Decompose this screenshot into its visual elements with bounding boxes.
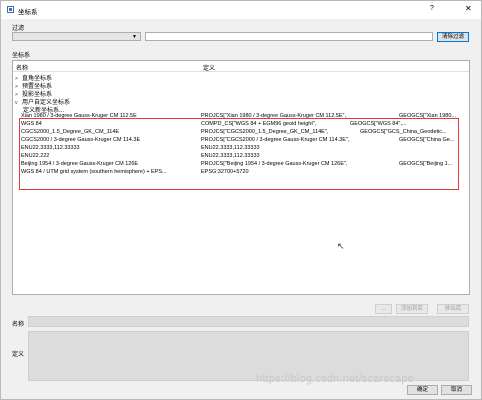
- tree-row[interactable]: WGS 84 / UTM grid system (southern hemis…: [13, 169, 469, 176]
- define-new-coordinate-system[interactable]: 定义新坐标系...: [23, 105, 64, 114]
- tree-folder-rectangular[interactable]: > 直角坐标系: [15, 73, 52, 82]
- row-definition: PROJCS["CGCS2000_1.5_Degree_GK_CM_114E",: [201, 129, 329, 135]
- row-definition-extra: GEOGCS["GCS_China_Geodetic...: [360, 129, 447, 135]
- tree-row[interactable]: CGCS2000_1.5_Degree_GK_CM_114E PROJCS["C…: [13, 129, 469, 136]
- column-header-name[interactable]: 名称: [16, 63, 28, 72]
- more-button[interactable]: ...: [375, 304, 392, 314]
- column-header-definition[interactable]: 定义: [203, 63, 215, 72]
- tree-row[interactable]: WGS 84 COMPD_CS["WGS 84 + EGM96 geoid he…: [13, 121, 469, 128]
- coordinate-systems-label: 坐标系: [12, 53, 31, 59]
- row-name: Beijing 1954 / 3-degree Gauss-Kruger CM …: [21, 161, 139, 167]
- row-definition: ENU22.3333,112.33333: [201, 145, 260, 151]
- row-name: WGS 84: [21, 121, 42, 127]
- tree-row[interactable]: ENU22.3333,112.33333 ENU22.3333,112.3333…: [13, 145, 469, 152]
- tree-folder-preset[interactable]: > 预置坐标系: [15, 81, 52, 90]
- filter-input[interactable]: [145, 32, 433, 41]
- row-name: ENU22.222: [21, 153, 50, 159]
- title-bar: 坐标系 ? ✕: [1, 1, 481, 19]
- name-field[interactable]: [28, 316, 469, 327]
- ok-button[interactable]: 确定: [407, 385, 438, 395]
- tree-row[interactable]: Beijing 1954 / 3-degree Gauss-Kruger CM …: [13, 161, 469, 168]
- tree-header: 名称 定义: [13, 61, 469, 72]
- window-title: 坐标系: [18, 9, 38, 16]
- row-name: CGCS2000 / 3-degree Gauss-Kruger CM 114.…: [21, 137, 141, 143]
- row-name: ENU22.3333,112.33333: [21, 145, 80, 151]
- chevron-down-icon[interactable]: v: [15, 100, 22, 106]
- tree-row[interactable]: ENU22.222 ENU22.3333,112.33333: [13, 153, 469, 160]
- tree-row[interactable]: CGCS2000 / 3-degree Gauss-Kruger CM 114.…: [13, 137, 469, 144]
- cancel-button[interactable]: 取消: [441, 385, 472, 395]
- row-definition: PROJCS["Beijing 1954 / 3-degree Gauss-Kr…: [201, 161, 348, 167]
- add-to-library-button[interactable]: 添加到库: [396, 304, 428, 314]
- row-definition: ENU22.3333,112.33333: [201, 153, 260, 159]
- row-definition: PROJCS["Xian 1980 / 3-degree Gauss-Kruge…: [201, 113, 347, 119]
- row-definition-extra: GEOGCS["Beijing 1...: [399, 161, 453, 167]
- app-window-icon: [7, 6, 14, 13]
- row-name: CGCS2000_1.5_Degree_GK_CM_114E: [21, 129, 120, 135]
- remove-from-library-button[interactable]: 移出库: [437, 304, 469, 314]
- filter-combo[interactable]: ▼: [12, 32, 141, 41]
- definition-label: 定义: [12, 352, 25, 358]
- row-name: Xian 1980 / 3-degree Gauss-Kruger CM 112…: [21, 113, 137, 119]
- tree-folder-projected[interactable]: > 投影坐标系: [15, 89, 52, 98]
- row-definition-extra: GEOGCS["Xian 1980...: [399, 113, 456, 119]
- mouse-pointer-icon: ↖: [337, 241, 345, 251]
- close-icon[interactable]: ✕: [465, 4, 472, 13]
- name-label: 名称: [12, 322, 25, 328]
- coordinate-system-dialog: 坐标系 ? ✕ 过滤 ▼ 清除过滤 坐标系 名称 定义 > 直角坐标系 > 预置坐标…: [0, 0, 482, 400]
- watermark-text: https://blog.csdn.net/scarscape: [256, 373, 414, 385]
- row-definition-extra: GEOGCS["China Ge...: [399, 137, 455, 143]
- clear-filter-button[interactable]: 清除过滤: [437, 32, 469, 42]
- tree-folder-user-defined[interactable]: v 用户自定义坐标系: [15, 97, 70, 106]
- row-definition: PROJCS["CGCS2000 / 3-degree Gauss-Kruger…: [201, 137, 350, 143]
- help-icon[interactable]: ?: [430, 5, 434, 12]
- filter-label: 过滤: [12, 26, 25, 32]
- row-definition: COMPD_CS["WGS 84 + EGM96 geoid height",: [201, 121, 317, 127]
- tree-row[interactable]: Xian 1980 / 3-degree Gauss-Kruger CM 112…: [13, 113, 469, 120]
- coordinate-system-tree[interactable]: 名称 定义 > 直角坐标系 > 预置坐标系 > 投影坐标系 v 用户自定义坐标系 定义新…: [12, 60, 470, 295]
- row-definition: EPSG:32700+5720: [201, 169, 249, 175]
- row-name: WGS 84 / UTM grid system (southern hemis…: [21, 169, 167, 175]
- chevron-down-icon: ▼: [132, 34, 137, 40]
- row-definition-extra: GEOGCS["WGS 84",...: [350, 121, 407, 127]
